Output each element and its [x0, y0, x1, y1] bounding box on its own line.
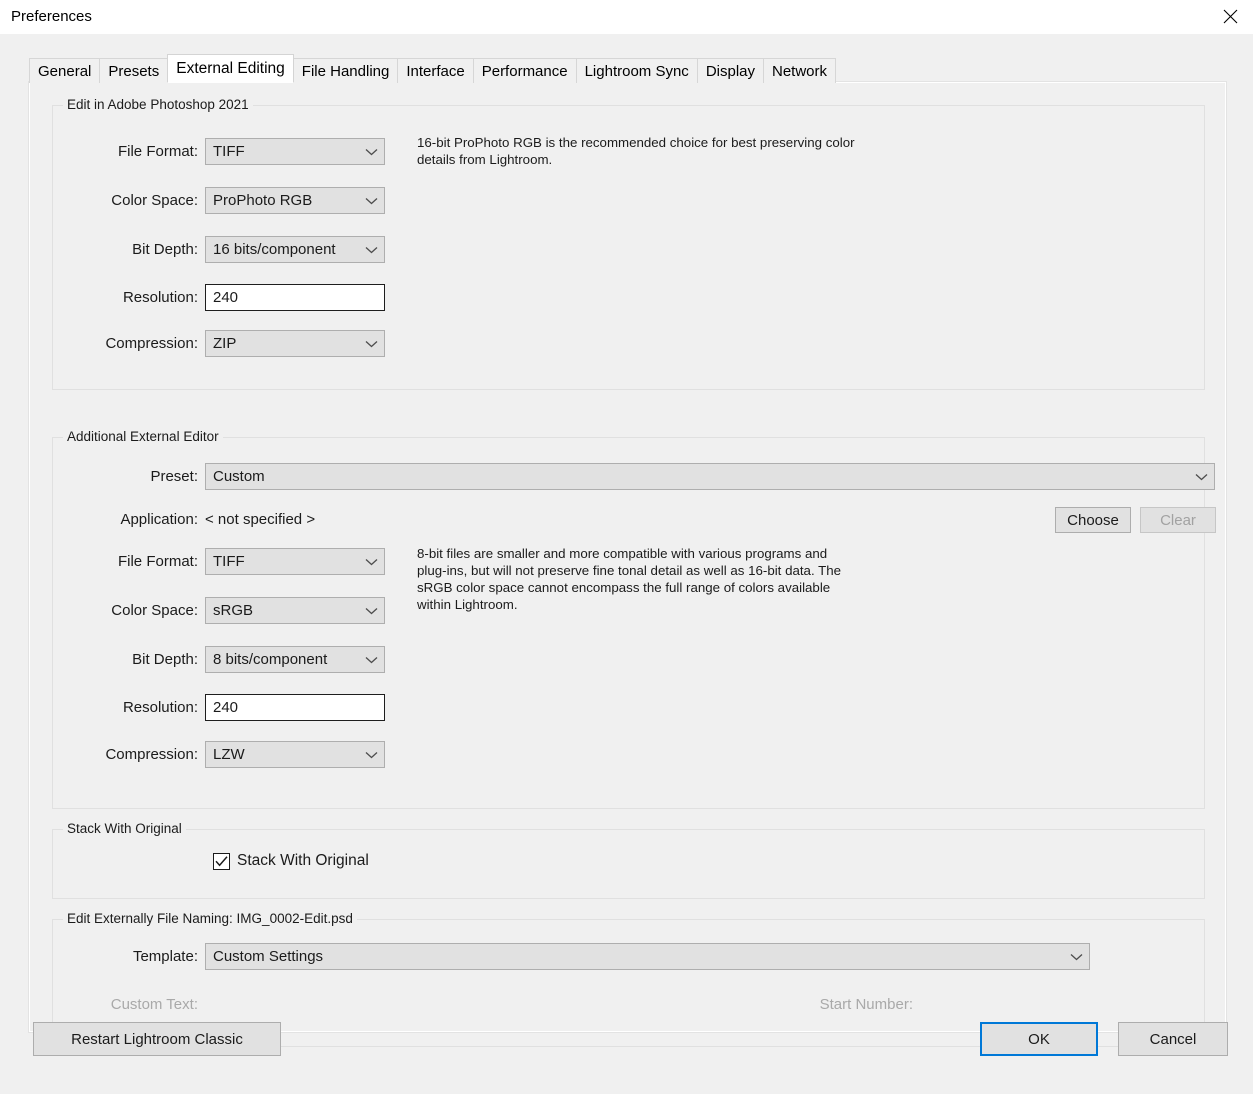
group-stack-with-original: Stack With Original Stack With Original: [52, 821, 1205, 899]
window-title: Preferences: [11, 8, 92, 25]
photoshop-compression-dropdown[interactable]: ZIP: [205, 330, 385, 357]
photoshop-bit-depth-value: 16 bits/component: [213, 241, 336, 258]
template-value: Custom Settings: [213, 948, 324, 965]
title-bar: Preferences: [0, 0, 1253, 34]
chevron-down-icon: [358, 340, 384, 348]
photoshop-compression-value: ZIP: [213, 335, 237, 352]
additional-resolution-label: Resolution:: [122, 699, 198, 716]
additional-editor-description: 8-bit files are smaller and more compati…: [417, 546, 842, 612]
group-title-edit-in-photoshop: Edit in Adobe Photoshop 2021: [63, 97, 253, 112]
photoshop-file-format-label: File Format:: [117, 143, 198, 160]
checkbox-checked-icon[interactable]: [213, 852, 230, 870]
clear-button: Clear: [1140, 507, 1216, 533]
group-title-stack-with-original: Stack With Original: [63, 821, 186, 836]
additional-color-space-value: sRGB: [213, 602, 254, 619]
photoshop-compression-label: Compression:: [105, 335, 198, 352]
cancel-button[interactable]: Cancel: [1118, 1022, 1228, 1056]
chevron-down-icon: [358, 197, 384, 205]
chevron-down-icon: [358, 246, 384, 254]
tab-page-external-editing: Edit in Adobe Photoshop 2021 16-bit ProP…: [28, 81, 1227, 1047]
photoshop-color-space-label: Color Space:: [111, 192, 198, 209]
chevron-down-icon: [1063, 953, 1089, 961]
preset-dropdown[interactable]: Custom: [205, 463, 1215, 490]
tab-external-editing[interactable]: External Editing: [167, 54, 294, 83]
additional-bit-depth-dropdown[interactable]: 8 bits/component: [205, 646, 385, 673]
additional-compression-dropdown[interactable]: LZW: [205, 741, 385, 768]
chevron-down-icon: [358, 148, 384, 156]
tab-strip: General Presets External Editing File Ha…: [29, 54, 837, 83]
close-icon[interactable]: [1207, 0, 1253, 33]
tab-lightroom-sync[interactable]: Lightroom Sync: [575, 58, 698, 83]
photoshop-color-space-value: ProPhoto RGB: [213, 192, 313, 209]
application-label: Application:: [120, 511, 198, 528]
photoshop-resolution-input[interactable]: 240: [205, 284, 385, 311]
tab-display[interactable]: Display: [696, 58, 764, 83]
additional-compression-value: LZW: [213, 746, 245, 763]
additional-resolution-value: 240: [213, 699, 239, 716]
photoshop-file-format-dropdown[interactable]: TIFF: [205, 138, 385, 165]
additional-file-format-dropdown[interactable]: TIFF: [205, 548, 385, 575]
additional-color-space-dropdown[interactable]: sRGB: [205, 597, 385, 624]
photoshop-color-space-dropdown[interactable]: ProPhoto RGB: [205, 187, 385, 214]
additional-resolution-input[interactable]: 240: [205, 694, 385, 721]
chevron-down-icon: [358, 656, 384, 664]
additional-compression-label: Compression:: [105, 746, 198, 763]
additional-color-space-label: Color Space:: [111, 602, 198, 619]
footer-bar: Restart Lightroom Classic OK Cancel: [0, 1006, 1253, 1094]
group-title-edit-externally-file-naming: Edit Externally File Naming: IMG_0002-Ed…: [63, 911, 357, 926]
tab-network[interactable]: Network: [763, 58, 837, 83]
template-label: Template:: [132, 948, 198, 965]
photoshop-description: 16-bit ProPhoto RGB is the recommended c…: [417, 135, 855, 167]
photoshop-bit-depth-dropdown[interactable]: 16 bits/component: [205, 236, 385, 263]
tab-presets[interactable]: Presets: [99, 58, 169, 83]
template-dropdown[interactable]: Custom Settings: [205, 943, 1090, 970]
photoshop-bit-depth-label: Bit Depth:: [132, 241, 198, 258]
chevron-down-icon: [1188, 473, 1214, 481]
additional-file-format-value: TIFF: [213, 553, 245, 570]
preset-value: Custom: [213, 468, 265, 485]
photoshop-resolution-value: 240: [213, 289, 239, 306]
choose-button[interactable]: Choose: [1055, 507, 1131, 533]
photoshop-resolution-label: Resolution:: [122, 289, 198, 306]
dialog-body: General Presets External Editing File Ha…: [0, 34, 1253, 1094]
preset-label: Preset:: [150, 468, 198, 485]
additional-bit-depth-value: 8 bits/component: [213, 651, 328, 668]
chevron-down-icon: [358, 558, 384, 566]
additional-bit-depth-label: Bit Depth:: [132, 651, 198, 668]
tab-interface[interactable]: Interface: [397, 58, 474, 83]
photoshop-file-format-value: TIFF: [213, 143, 245, 160]
restart-lightroom-classic-button[interactable]: Restart Lightroom Classic: [33, 1022, 281, 1056]
tab-performance[interactable]: Performance: [472, 58, 577, 83]
group-edit-in-photoshop: Edit in Adobe Photoshop 2021 16-bit ProP…: [52, 97, 1205, 390]
group-additional-external-editor: Additional External Editor Preset: Custo…: [52, 429, 1216, 809]
tab-file-handling[interactable]: File Handling: [292, 58, 399, 83]
chevron-down-icon: [358, 607, 384, 615]
ok-button[interactable]: OK: [980, 1022, 1098, 1056]
stack-with-original-label: Stack With Original: [237, 852, 369, 869]
tab-general[interactable]: General: [29, 58, 101, 83]
chevron-down-icon: [358, 751, 384, 759]
application-value: < not specified >: [205, 511, 316, 528]
additional-file-format-label: File Format:: [117, 553, 198, 570]
stack-with-original-checkbox-row[interactable]: Stack With Original: [213, 852, 369, 870]
group-title-additional-external-editor: Additional External Editor: [63, 429, 223, 444]
